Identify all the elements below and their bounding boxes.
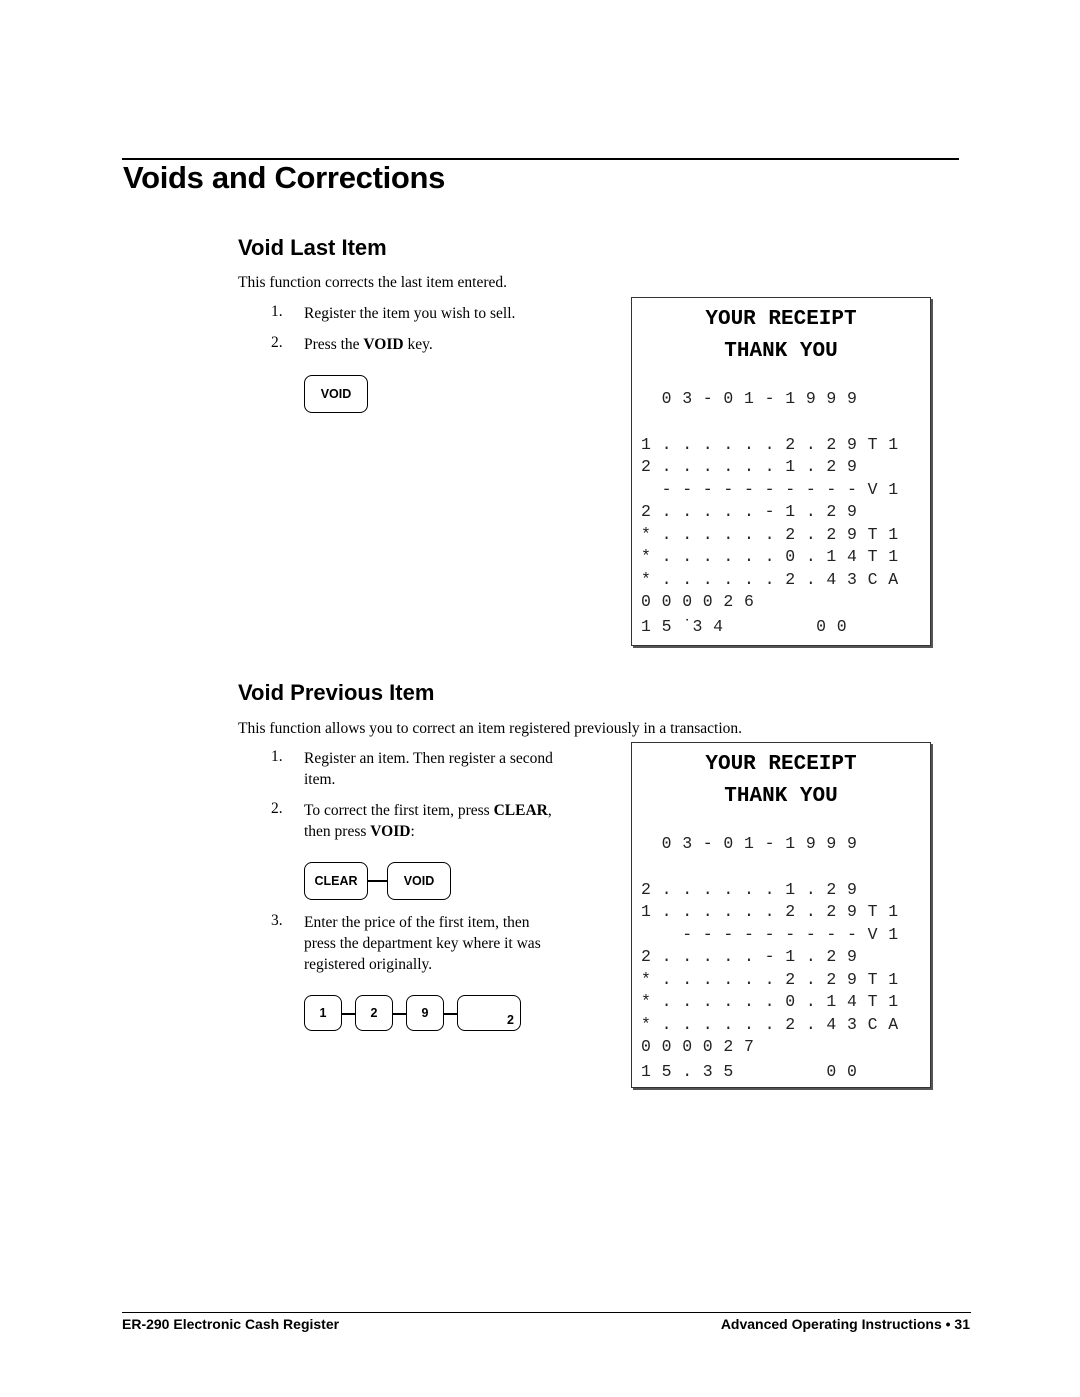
text: press the department key where it was (304, 935, 541, 952)
section-heading-void-last-item: Void Last Item (238, 235, 387, 260)
text: key. (403, 336, 433, 353)
receipt-line: 2 . . . . . - 1 . 2 9 (641, 502, 858, 521)
footer-left: ER-290 Electronic Cash Register (122, 1316, 340, 1332)
receipt-line: 1 5 ˙3 4 0 0 (641, 617, 848, 636)
footer-right: Advanced Operating Instructions • 31 (720, 1316, 970, 1332)
text: To correct the first item, press (304, 802, 494, 819)
receipt-void-previous-item: YOUR RECEIPT THANK YOU 0 3 - 0 1 - 1 9 9… (631, 742, 931, 1088)
void-key: VOID (387, 862, 451, 900)
receipt-title: YOUR RECEIPT (705, 308, 857, 331)
receipt-line: 1 5 . 3 5 0 0 (641, 1062, 858, 1081)
step-text: Register an item. Then register a second… (304, 748, 553, 790)
receipt-title: THANK YOU (724, 785, 838, 808)
clear-key: CLEAR (304, 862, 368, 900)
key-connector (393, 1013, 406, 1015)
section2-intro: This function allows you to correct an i… (238, 720, 743, 737)
receipt-line: 0 3 - 0 1 - 1 9 9 9 (641, 389, 858, 408)
key-1: 1 (304, 995, 342, 1031)
receipt-line: * . . . . . . 2 . 4 3 C A (641, 570, 899, 589)
text: : (410, 823, 415, 840)
receipt-line: 0 3 - 0 1 - 1 9 9 9 (641, 834, 858, 853)
receipt-line: 2 . . . . . - 1 . 2 9 (641, 947, 858, 966)
receipt-line: * . . . . . . 2 . 4 3 C A (641, 1015, 899, 1034)
receipt-line: 1 . . . . . . 2 . 2 9 T 1 (641, 435, 899, 454)
receipt-line: 0 0 0 0 2 7 (641, 1037, 755, 1056)
step-number: 1. (271, 303, 283, 320)
step-text: Press the VOID key. (304, 334, 433, 355)
page-title: Voids and Corrections (123, 160, 446, 195)
step-number: 2. (271, 334, 283, 351)
step-text: Enter the price of the first item, then p… (304, 912, 541, 975)
section-heading-void-previous-item: Void Previous Item (238, 680, 435, 705)
text: Press the (304, 336, 364, 353)
key-name: CLEAR (493, 802, 548, 819)
text: Register an item. Then register a second (304, 750, 553, 767)
receipt-line: * . . . . . . 2 . 2 9 T 1 (641, 525, 899, 544)
receipt-line: * . . . . . . 0 . 1 4 T 1 (641, 992, 899, 1011)
receipt-line: - - - - - - - - - - V 1 (641, 480, 899, 499)
void-key: VOID (304, 375, 368, 413)
text: registered originally. (304, 956, 433, 973)
text: then press (304, 823, 371, 840)
receipt-void-last-item: YOUR RECEIPT THANK YOU 0 3 - 0 1 - 1 9 9… (631, 297, 931, 646)
key-label: 2 (507, 1013, 514, 1027)
step-number: 3. (271, 912, 283, 929)
text: , (547, 802, 552, 819)
key-name: VOID (363, 336, 404, 353)
receipt-title: YOUR RECEIPT (705, 753, 857, 776)
step-text: To correct the first item, press CLEAR, … (304, 800, 552, 842)
step-number: 2. (271, 800, 283, 817)
key-connector (342, 1013, 355, 1015)
receipt-line: 2 . . . . . . 1 . 2 9 (641, 880, 858, 899)
receipt-line: 2 . . . . . . 1 . 2 9 (641, 457, 858, 476)
key-9: 9 (406, 995, 444, 1031)
key-connector (368, 880, 387, 882)
receipt-line: * . . . . . . 0 . 1 4 T 1 (641, 547, 899, 566)
receipt-line: - - - - - - - - - V 1 (641, 925, 899, 944)
text: Enter the price of the first item, then (304, 914, 530, 931)
receipt-line: 0 0 0 0 2 6 (641, 592, 755, 611)
receipt-line: * . . . . . . 2 . 2 9 T 1 (641, 970, 899, 989)
key-name: VOID (370, 823, 411, 840)
receipt-title: THANK YOU (724, 340, 838, 363)
key-connector (444, 1013, 457, 1015)
key-2: 2 (355, 995, 393, 1031)
section1-intro: This function corrects the last item ent… (238, 274, 508, 291)
department-key-2: 2 (457, 995, 521, 1031)
step-number: 1. (271, 748, 283, 765)
footer-rule (122, 1312, 971, 1313)
text: item. (304, 771, 336, 788)
receipt-line: 1 . . . . . . 2 . 2 9 T 1 (641, 902, 899, 921)
step-text: Register the item you wish to sell. (304, 305, 516, 322)
